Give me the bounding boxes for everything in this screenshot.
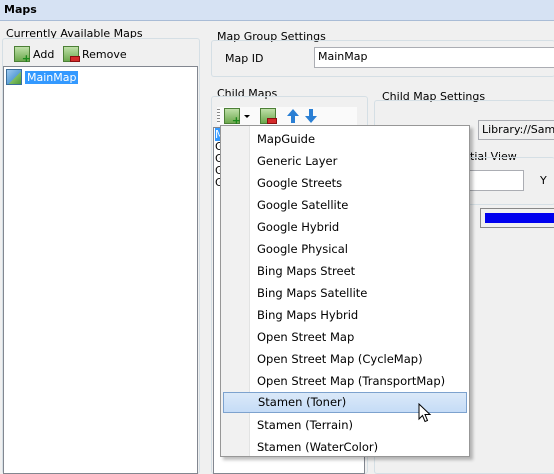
color-picker-button[interactable] — [480, 208, 554, 228]
add-dropdown-caret[interactable] — [244, 114, 250, 118]
menu-item-osm-cyclemap[interactable]: Open Street Map (CycleMap) — [223, 349, 467, 370]
move-up-icon[interactable] — [286, 109, 300, 123]
tree-item-label: MainMap — [25, 70, 79, 84]
add-map-button[interactable]: Add — [14, 46, 55, 65]
y-label: Y — [540, 174, 547, 187]
add-child-map-icon[interactable] — [224, 108, 241, 127]
mouse-cursor-icon — [418, 403, 432, 423]
menu-item-mapguide[interactable]: MapGuide — [223, 129, 467, 150]
initial-view-x-input[interactable] — [466, 170, 524, 191]
map-icon — [6, 69, 22, 85]
remove-map-button[interactable]: Remove — [63, 46, 127, 62]
color-swatch — [485, 213, 554, 223]
add-map-label: Add — [33, 47, 55, 61]
toolbar-grip — [217, 109, 220, 123]
tree-item-mainmap[interactable]: MainMap — [6, 69, 79, 85]
menu-item-bing-street[interactable]: Bing Maps Street — [223, 261, 467, 282]
map-id-input[interactable]: MainMap — [314, 47, 554, 68]
add-child-map-menu: MapGuide Generic Layer Google Streets Go… — [220, 125, 470, 457]
window-title: Maps — [4, 3, 37, 16]
map-id-label: Map ID — [225, 52, 264, 65]
menu-item-google-physical[interactable]: Google Physical — [223, 239, 467, 260]
menu-item-google-streets[interactable]: Google Streets — [223, 173, 467, 194]
remove-child-map-icon[interactable] — [260, 108, 277, 124]
menu-item-stamen-watercolor[interactable]: Stamen (WaterColor) — [223, 437, 467, 458]
move-down-icon[interactable] — [304, 109, 318, 123]
add-map-icon — [14, 46, 31, 65]
menu-item-bing-satellite[interactable]: Bing Maps Satellite — [223, 283, 467, 304]
remove-map-icon — [63, 46, 80, 62]
remove-map-label: Remove — [82, 47, 127, 61]
menu-item-generic-layer[interactable]: Generic Layer — [223, 151, 467, 172]
window-titlebar: Maps — [0, 0, 554, 21]
available-maps-tree[interactable]: MainMap — [3, 66, 198, 474]
child-maps-toolbar — [217, 107, 357, 127]
menu-item-osm-transportmap[interactable]: Open Street Map (TransportMap) — [223, 371, 467, 392]
menu-item-google-satellite[interactable]: Google Satellite — [223, 195, 467, 216]
menu-item-osm[interactable]: Open Street Map — [223, 327, 467, 348]
menu-item-google-hybrid[interactable]: Google Hybrid — [223, 217, 467, 238]
menu-item-bing-hybrid[interactable]: Bing Maps Hybrid — [223, 305, 467, 326]
resource-id-field[interactable]: Library://Samp — [478, 120, 554, 140]
